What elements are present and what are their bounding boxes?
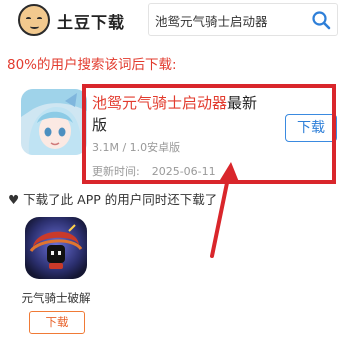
search-icon[interactable] <box>311 10 331 30</box>
logo-icon[interactable] <box>18 4 50 36</box>
app-icon[interactable] <box>21 89 87 155</box>
related-app-name[interactable]: 元气骑士破解 <box>20 290 92 306</box>
site-header: 土豆下载 <box>0 0 341 40</box>
app-date-label: 更新时间: <box>92 165 140 178</box>
app-title-highlight: 池鸳元气骑士启动器 <box>92 94 228 112</box>
anime-character-icon <box>21 89 87 155</box>
app-update-date: 更新时间: 2025-06-11 <box>92 163 216 179</box>
logo-eye <box>26 17 31 20</box>
app-title[interactable]: 池鸳元气骑士启动器最新版 <box>92 92 262 136</box>
site-logo-text[interactable]: 土豆下载 <box>57 9 125 33</box>
soul-knight-icon <box>25 217 87 279</box>
related-download-button[interactable]: 下载 <box>29 311 85 334</box>
app-card[interactable]: 池鸳元气骑士启动器最新版 3.1M / 1.0安卓版 更新时间: 2025-06-… <box>16 81 337 187</box>
search-input[interactable] <box>155 9 305 31</box>
logo-mouth <box>30 24 39 29</box>
search-hint-headline: 80%的用户搜索该词后下载: <box>7 57 177 73</box>
download-button[interactable]: 下载 <box>285 114 337 142</box>
also-downloaded-title: ♥ 下载了此 APP 的用户同时还下载了 <box>8 192 218 207</box>
logo-eye <box>37 17 42 20</box>
app-meta: 3.1M / 1.0安卓版 <box>92 141 181 154</box>
search-box <box>148 3 338 36</box>
app-date-value: 2025-06-11 <box>151 165 216 178</box>
related-app-icon[interactable] <box>25 217 87 279</box>
